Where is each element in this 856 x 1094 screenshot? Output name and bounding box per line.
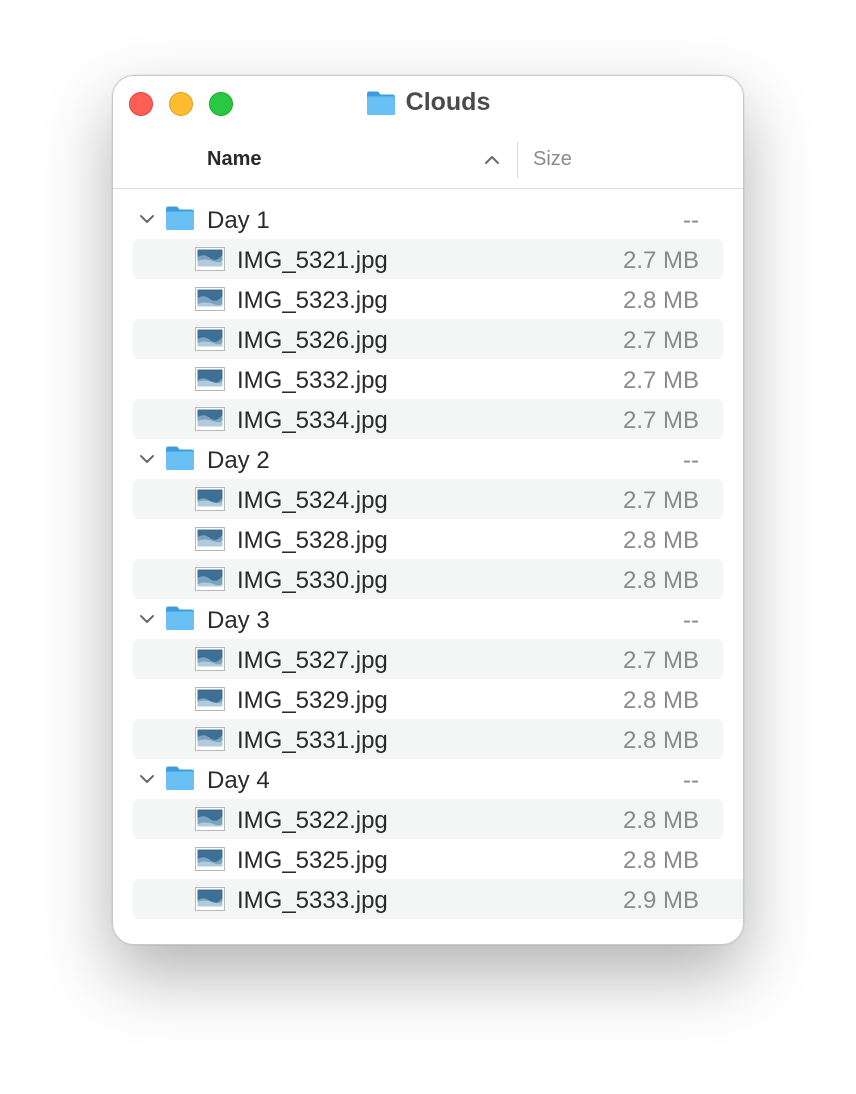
file-row[interactable]: IMG_5324.jpg 2.7 MB	[133, 479, 723, 519]
image-thumbnail-icon	[195, 687, 225, 711]
image-thumbnail-icon	[195, 567, 225, 591]
window-title: Clouds	[113, 88, 743, 120]
file-row[interactable]: IMG_5327.jpg 2.7 MB	[133, 639, 723, 679]
file-name: IMG_5328.jpg	[237, 527, 388, 554]
image-thumbnail-icon	[195, 247, 225, 271]
chevron-down-icon[interactable]	[139, 212, 155, 226]
file-row[interactable]: IMG_5323.jpg 2.8 MB	[133, 279, 723, 319]
file-name: IMG_5326.jpg	[237, 327, 388, 354]
folder-icon	[166, 446, 194, 470]
image-thumbnail-icon	[195, 327, 225, 351]
file-name: IMG_5321.jpg	[237, 247, 388, 274]
image-thumbnail-icon	[195, 847, 225, 871]
folder-size: --	[683, 607, 699, 634]
file-size: 2.8 MB	[622, 287, 699, 314]
title-bar: Clouds	[113, 76, 743, 134]
folder-row[interactable]: Day 2 --	[133, 439, 723, 479]
file-name: IMG_5332.jpg	[237, 367, 388, 394]
file-row[interactable]: IMG_5332.jpg 2.7 MB	[133, 359, 723, 399]
file-name: IMG_5333.jpg	[237, 887, 388, 914]
folder-size: --	[683, 447, 699, 474]
folder-icon	[166, 206, 194, 230]
file-row[interactable]: IMG_5330.jpg 2.8 MB	[133, 559, 723, 599]
file-row[interactable]: IMG_5321.jpg 2.7 MB	[133, 239, 723, 279]
folder-size: --	[683, 767, 699, 794]
file-size: 2.8 MB	[622, 567, 699, 594]
file-row[interactable]: IMG_5331.jpg 2.8 MB	[133, 719, 723, 759]
file-size: 2.7 MB	[622, 367, 699, 394]
folder-icon	[166, 606, 194, 630]
file-list: Day 1 -- IMG_5321.jpg 2.7 MB IMG_5323.jpg 2.8…	[113, 199, 743, 919]
chevron-down-icon[interactable]	[139, 772, 155, 786]
folder-icon	[366, 91, 395, 115]
file-size: 2.7 MB	[622, 327, 699, 354]
image-thumbnail-icon	[195, 807, 225, 831]
file-row[interactable]: IMG_5322.jpg 2.8 MB	[133, 799, 723, 839]
column-name-header[interactable]: Name	[207, 148, 261, 171]
file-size: 2.7 MB	[622, 407, 699, 434]
sort-ascending-icon[interactable]	[483, 151, 501, 169]
folder-name: Day 4	[207, 767, 270, 794]
image-thumbnail-icon	[195, 287, 225, 311]
file-size: 2.9 MB	[622, 887, 699, 914]
file-row[interactable]: IMG_5328.jpg 2.8 MB	[133, 519, 723, 559]
file-size: 2.7 MB	[622, 487, 699, 514]
folder-name: Day 1	[207, 207, 270, 234]
folder-row[interactable]: Day 4 --	[133, 759, 723, 799]
file-name: IMG_5334.jpg	[237, 407, 388, 434]
file-size: 2.8 MB	[622, 687, 699, 714]
file-row[interactable]: IMG_5325.jpg 2.8 MB	[133, 839, 723, 879]
folder-name: Day 2	[207, 447, 270, 474]
window-title-text: Clouds	[405, 88, 491, 116]
file-size: 2.8 MB	[622, 807, 699, 834]
file-name: IMG_5323.jpg	[237, 287, 388, 314]
file-name: IMG_5327.jpg	[237, 647, 388, 674]
file-size: 2.8 MB	[622, 847, 699, 874]
file-row[interactable]: IMG_5334.jpg 2.7 MB	[133, 399, 723, 439]
file-name: IMG_5322.jpg	[237, 807, 388, 834]
column-size-header[interactable]: Size	[533, 148, 572, 171]
image-thumbnail-icon	[195, 527, 225, 551]
chevron-down-icon[interactable]	[139, 452, 155, 466]
chevron-down-icon[interactable]	[139, 612, 155, 626]
file-row[interactable]: IMG_5329.jpg 2.8 MB	[133, 679, 723, 719]
column-divider[interactable]	[517, 142, 518, 178]
file-name: IMG_5331.jpg	[237, 727, 388, 754]
folder-row[interactable]: Day 3 --	[133, 599, 723, 639]
finder-window: Clouds Name Size Day 1 -- IMG_5321.jpg 2.7 …	[112, 75, 744, 945]
file-name: IMG_5325.jpg	[237, 847, 388, 874]
file-row[interactable]: IMG_5333.jpg 2.9 MB	[133, 879, 743, 919]
file-name: IMG_5330.jpg	[237, 567, 388, 594]
image-thumbnail-icon	[195, 367, 225, 391]
image-thumbnail-icon	[195, 887, 225, 911]
file-size: 2.7 MB	[622, 647, 699, 674]
folder-row[interactable]: Day 1 --	[133, 199, 723, 239]
folder-icon	[166, 766, 194, 790]
file-row[interactable]: IMG_5326.jpg 2.7 MB	[133, 319, 723, 359]
image-thumbnail-icon	[195, 407, 225, 431]
file-name: IMG_5329.jpg	[237, 687, 388, 714]
folder-size: --	[683, 207, 699, 234]
image-thumbnail-icon	[195, 647, 225, 671]
image-thumbnail-icon	[195, 487, 225, 511]
file-size: 2.8 MB	[622, 527, 699, 554]
folder-name: Day 3	[207, 607, 270, 634]
image-thumbnail-icon	[195, 727, 225, 751]
file-name: IMG_5324.jpg	[237, 487, 388, 514]
file-size: 2.7 MB	[622, 247, 699, 274]
column-header: Name Size	[113, 133, 743, 189]
file-size: 2.8 MB	[622, 727, 699, 754]
